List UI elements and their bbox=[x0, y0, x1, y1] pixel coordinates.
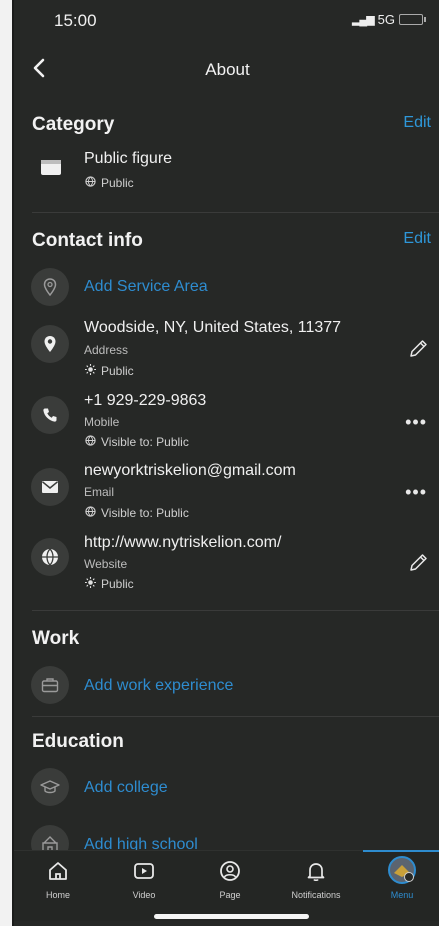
folder-icon bbox=[41, 160, 61, 175]
bell-icon bbox=[307, 863, 325, 882]
edit-website-button[interactable] bbox=[407, 552, 429, 579]
signal-icon: ▂▄▆ bbox=[351, 14, 375, 26]
category-heading: Category bbox=[32, 114, 115, 135]
home-icon bbox=[49, 862, 67, 880]
email-icon-wrap bbox=[31, 468, 69, 506]
active-tab-indicator bbox=[363, 850, 439, 852]
location-icon bbox=[31, 268, 69, 306]
add-service-area-link[interactable]: Add Service Area bbox=[84, 278, 208, 296]
status-time: 15:00 bbox=[54, 11, 97, 30]
category-name: Public figure bbox=[84, 150, 173, 167]
email-label: Email bbox=[84, 485, 115, 499]
college-icon-wrap bbox=[31, 768, 69, 806]
website-value[interactable]: http://www.nytriskelion.com/ bbox=[84, 534, 281, 552]
divider bbox=[32, 610, 439, 611]
page-title: About bbox=[205, 60, 250, 79]
category-edit-link[interactable]: Edit bbox=[403, 114, 431, 132]
nav-video-label: Video bbox=[132, 890, 156, 900]
globe-icon bbox=[85, 435, 96, 449]
more-icon: ••• bbox=[405, 412, 427, 432]
phone-label: Mobile bbox=[84, 415, 120, 429]
nav-home[interactable]: Home bbox=[18, 859, 98, 900]
nav-home-label: Home bbox=[45, 890, 70, 900]
phone-icon-wrap bbox=[31, 396, 69, 434]
globe-icon bbox=[85, 506, 96, 520]
globe-icon bbox=[42, 548, 58, 566]
address-privacy-label: Public bbox=[101, 364, 134, 378]
address-icon-wrap bbox=[31, 325, 69, 363]
work-heading: Work bbox=[32, 628, 80, 649]
phone-screen: 15:00 ▂▄▆ 5G About Category Edit Public … bbox=[12, 0, 439, 926]
nav-notifications[interactable]: Notifications bbox=[276, 859, 356, 900]
page-icon bbox=[220, 861, 240, 881]
edit-address-button[interactable] bbox=[407, 338, 429, 365]
map-pin-icon bbox=[44, 336, 56, 352]
category-icon bbox=[40, 158, 62, 181]
pencil-icon bbox=[410, 340, 427, 357]
envelope-icon bbox=[42, 481, 58, 493]
category-privacy: Public bbox=[85, 176, 134, 190]
contact-heading: Contact info bbox=[32, 230, 143, 251]
nav-page-label: Page bbox=[219, 890, 241, 900]
website-privacy-label: Public bbox=[101, 577, 134, 591]
divider bbox=[32, 212, 439, 213]
battery-icon bbox=[399, 14, 426, 25]
nav-menu[interactable]: Menu bbox=[362, 856, 439, 900]
address-privacy: Public bbox=[85, 364, 134, 378]
email-privacy-label: Visible to: Public bbox=[101, 506, 189, 520]
email-value: newyorktriskelion@gmail.com bbox=[84, 462, 296, 479]
phone-value: +1 929-229-9863 bbox=[84, 392, 207, 409]
graduation-cap-icon bbox=[40, 780, 60, 794]
sun-icon bbox=[85, 364, 96, 378]
more-icon: ••• bbox=[405, 482, 427, 502]
contact-edit-link[interactable]: Edit bbox=[403, 230, 431, 248]
email-more-button[interactable]: ••• bbox=[405, 482, 427, 503]
website-label: Website bbox=[84, 557, 128, 571]
address-label: Address bbox=[84, 343, 129, 357]
phone-privacy-label: Visible to: Public bbox=[101, 435, 189, 449]
address-value: Woodside, NY, United States, 11377 bbox=[84, 319, 342, 336]
briefcase-icon bbox=[41, 678, 59, 693]
sun-icon bbox=[85, 577, 96, 591]
add-work-experience-link[interactable]: Add work experience bbox=[84, 677, 233, 695]
website-privacy: Public bbox=[85, 577, 134, 591]
bottom-nav: Home Video Page Notifications Menu bbox=[14, 850, 439, 921]
status-indicators: ▂▄▆ 5G bbox=[351, 12, 426, 27]
email-privacy: Visible to: Public bbox=[85, 506, 189, 520]
category-privacy-label: Public bbox=[101, 176, 134, 190]
pencil-icon bbox=[410, 554, 427, 571]
nav-page[interactable]: Page bbox=[190, 859, 270, 900]
globe-icon bbox=[85, 176, 96, 190]
video-icon bbox=[134, 863, 154, 879]
network-type: 5G bbox=[377, 12, 395, 27]
nav-video[interactable]: Video bbox=[104, 859, 184, 900]
work-icon-wrap bbox=[31, 666, 69, 704]
phone-more-button[interactable]: ••• bbox=[405, 412, 427, 433]
phone-privacy: Visible to: Public bbox=[85, 435, 189, 449]
home-indicator[interactable] bbox=[154, 914, 309, 919]
nav-notifications-label: Notifications bbox=[291, 890, 341, 900]
website-icon-wrap bbox=[31, 538, 69, 576]
education-heading: Education bbox=[32, 731, 124, 752]
profile-avatar bbox=[388, 856, 416, 884]
phone-icon bbox=[43, 408, 57, 422]
divider bbox=[32, 716, 439, 717]
nav-menu-label: Menu bbox=[390, 890, 414, 900]
add-college-link[interactable]: Add college bbox=[84, 779, 168, 797]
